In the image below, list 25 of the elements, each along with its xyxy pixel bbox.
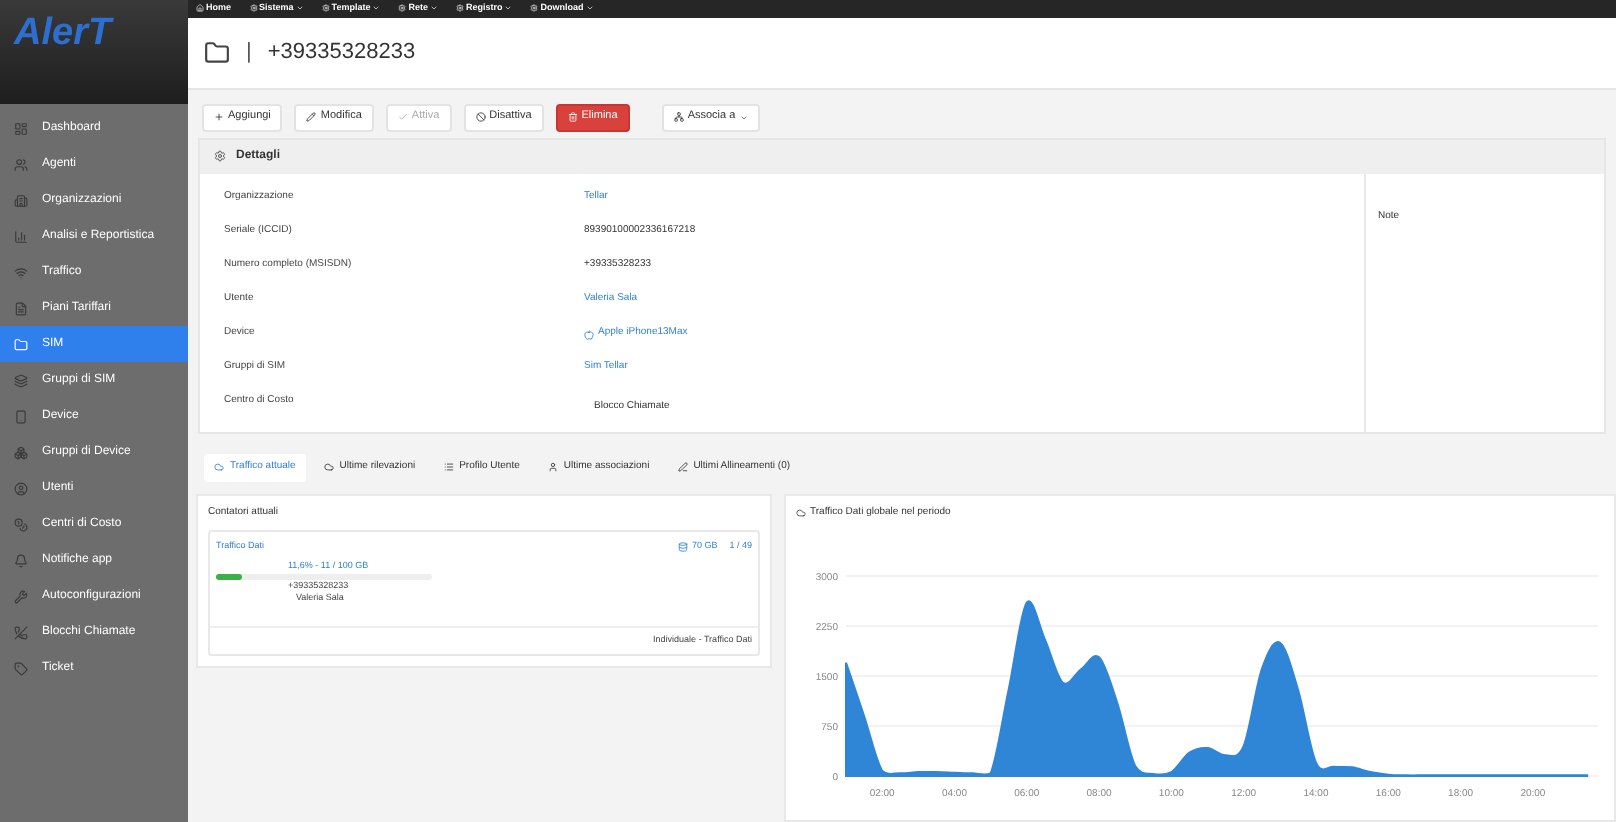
gear-icon xyxy=(398,4,407,13)
trash-icon xyxy=(567,112,578,122)
gear-icon xyxy=(321,4,330,13)
gear-icon xyxy=(455,4,464,13)
plus-icon xyxy=(214,112,224,122)
separator-text: | xyxy=(246,37,252,68)
network-icon xyxy=(673,112,684,122)
gear-icon xyxy=(249,4,258,13)
data-icon xyxy=(677,541,688,552)
cloud-icon xyxy=(796,507,806,518)
page-title: +39335328233 xyxy=(267,37,416,68)
pencil-icon xyxy=(677,462,688,472)
cloud-icon xyxy=(214,462,224,472)
folder-icon xyxy=(204,39,230,66)
logo[interactable]: AlerT xyxy=(14,12,112,54)
settings-icon xyxy=(214,150,226,162)
cloud-icon xyxy=(323,462,334,472)
gear-icon xyxy=(530,4,539,13)
list-icon xyxy=(443,462,454,472)
user-icon xyxy=(547,462,558,472)
apple-icon xyxy=(584,329,594,339)
home-icon xyxy=(196,4,204,13)
ban-icon xyxy=(475,112,486,122)
check-icon xyxy=(397,112,408,122)
pencil-icon xyxy=(306,112,317,122)
